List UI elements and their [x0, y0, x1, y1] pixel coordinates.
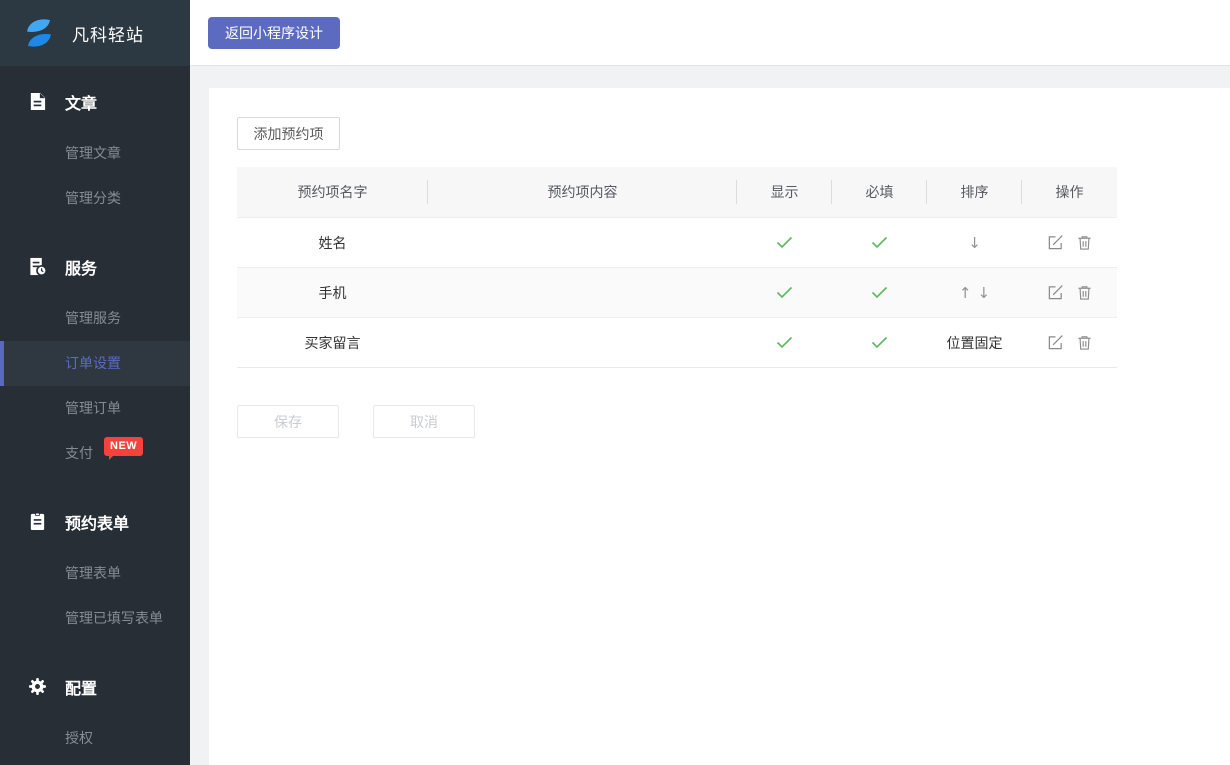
footer-buttons: 保存 取消 [237, 405, 1230, 438]
nav-section-label: 配置 [65, 675, 97, 699]
brand-logo-icon [20, 14, 58, 52]
app-title: 凡科轻站 [72, 21, 144, 46]
delete-icon[interactable] [1076, 234, 1093, 251]
sidebar-item-payment[interactable]: 支付NEW [0, 431, 190, 476]
add-booking-item-button[interactable]: 添加预约项 [237, 117, 340, 150]
sort-fixed-label: 位置固定 [947, 333, 1003, 353]
gear-icon [28, 677, 47, 696]
content-background: 添加预约项 预约项名字 预约项内容 显示 必填 排序 操作 姓名 ↓ [190, 66, 1230, 765]
nav-section-title-services: 服务 [0, 244, 190, 289]
delete-icon[interactable] [1076, 284, 1093, 301]
sidebar-item-manage-submitted-forms[interactable]: 管理已填写表单 [0, 596, 190, 641]
sidebar: 凡科轻站 文章 管理文章 管理分类 [0, 0, 190, 765]
check-icon [871, 336, 888, 349]
nav-section-label: 服务 [65, 255, 97, 279]
check-icon [871, 286, 888, 299]
topbar: 返回小程序设计 [190, 0, 1230, 66]
delete-icon[interactable] [1076, 334, 1093, 351]
column-header-name: 预约项名字 [237, 167, 428, 217]
check-icon [776, 236, 793, 249]
column-header-sort: 排序 [927, 167, 1022, 217]
edit-icon[interactable] [1047, 234, 1064, 251]
booking-item-name: 买家留言 [237, 318, 428, 367]
move-down-icon[interactable]: ↓ [975, 284, 994, 302]
table-row-name: 姓名 ↓ [237, 217, 1117, 267]
table-row-phone: 手机 ↑ ↓ [237, 267, 1117, 317]
booking-item-content [428, 218, 737, 267]
sidebar-item-order-settings[interactable]: 订单设置 [0, 341, 190, 386]
column-header-required: 必填 [832, 167, 927, 217]
check-icon [776, 286, 793, 299]
sidebar-item-manage-orders[interactable]: 管理订单 [0, 386, 190, 431]
column-header-show: 显示 [737, 167, 832, 217]
article-icon [28, 92, 47, 111]
sidebar-item-manage-forms[interactable]: 管理表单 [0, 551, 190, 596]
column-header-content: 预约项内容 [428, 167, 737, 217]
move-down-icon[interactable]: ↓ [965, 234, 984, 252]
check-icon [871, 236, 888, 249]
nav-section-articles: 文章 管理文章 管理分类 [0, 79, 190, 221]
nav-section-label: 文章 [65, 90, 97, 114]
content-panel: 添加预约项 预约项名字 预约项内容 显示 必填 排序 操作 姓名 ↓ [209, 88, 1230, 765]
sidebar-item-manage-services[interactable]: 管理服务 [0, 296, 190, 341]
booking-items-table: 预约项名字 预约项内容 显示 必填 排序 操作 姓名 ↓ [237, 167, 1117, 368]
nav-section-booking-forms: 预约表单 管理表单 管理已填写表单 [0, 499, 190, 641]
booking-item-content [428, 268, 737, 317]
check-icon [776, 336, 793, 349]
booking-item-name: 姓名 [237, 218, 428, 267]
table-row-buyer-message: 买家留言 位置固定 [237, 317, 1117, 367]
back-to-miniprogram-design-button[interactable]: 返回小程序设计 [208, 17, 340, 49]
edit-icon[interactable] [1047, 284, 1064, 301]
sidebar-nav: 文章 管理文章 管理分类 服 [0, 66, 190, 761]
nav-section-title-booking-forms: 预约表单 [0, 499, 190, 544]
sidebar-item-manage-categories[interactable]: 管理分类 [0, 176, 190, 221]
new-badge: NEW [104, 437, 143, 456]
sidebar-header: 凡科轻站 [0, 0, 190, 66]
nav-section-title-articles: 文章 [0, 79, 190, 124]
sidebar-item-manage-articles[interactable]: 管理文章 [0, 131, 190, 176]
column-header-actions: 操作 [1022, 167, 1117, 217]
sidebar-item-authorization[interactable]: 授权 [0, 716, 190, 761]
nav-section-config: 配置 授权 [0, 664, 190, 761]
nav-section-services: 服务 管理服务 订单设置 管理订单 支付NEW [0, 244, 190, 476]
save-button[interactable]: 保存 [237, 405, 339, 438]
nav-section-label: 预约表单 [65, 510, 129, 534]
edit-icon[interactable] [1047, 334, 1064, 351]
booking-item-content [428, 318, 737, 367]
service-icon [28, 257, 47, 276]
nav-section-title-config: 配置 [0, 664, 190, 709]
table-header-row: 预约项名字 预约项内容 显示 必填 排序 操作 [237, 167, 1117, 217]
booking-item-name: 手机 [237, 268, 428, 317]
form-icon [28, 512, 47, 531]
move-up-icon[interactable]: ↑ [956, 284, 975, 302]
cancel-button[interactable]: 取消 [373, 405, 475, 438]
